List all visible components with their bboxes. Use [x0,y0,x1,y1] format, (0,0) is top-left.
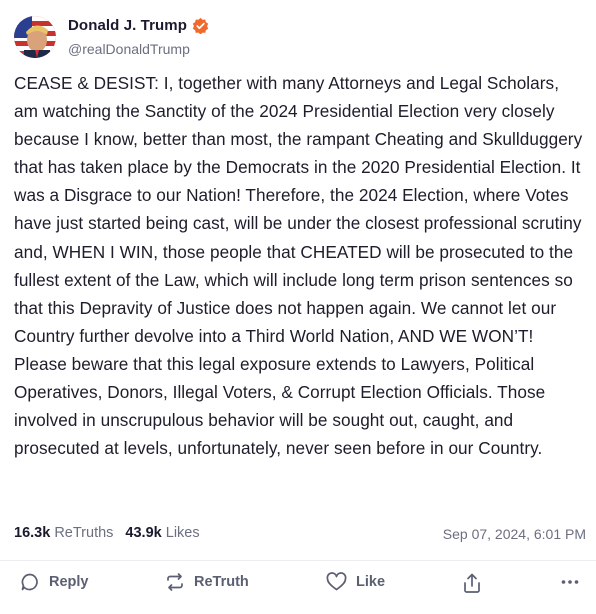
verified-badge-icon [192,17,209,34]
retruths-count: 16.3k [14,525,51,541]
retruths-stat[interactable]: 16.3k ReTruths [14,525,113,541]
likes-count: 43.9k [125,525,162,541]
share-button[interactable] [462,572,482,594]
avatar-image [14,16,56,58]
retruth-icon [167,573,183,591]
retruths-label: ReTruths [54,525,114,541]
action-bar: Reply ReTruth Like [0,572,596,602]
likes-stat[interactable]: 43.9k Likes [125,525,199,541]
author-handle[interactable]: @realDonaldTrump [68,41,190,57]
truth-post: Donald J. Trump @realDonaldTrump CEASE &… [0,0,596,614]
reply-button[interactable]: Reply [20,572,89,592]
post-body-text: CEASE & DESIST: I, together with many At… [14,73,583,459]
avatar[interactable] [14,16,56,58]
like-button[interactable]: Like [326,572,385,592]
retruth-button[interactable]: ReTruth [165,572,249,592]
retruth-label: ReTruth [194,574,249,590]
more-options-button[interactable] [560,572,580,592]
share-icon [464,573,480,593]
divider [0,560,596,561]
author-name[interactable]: Donald J. Trump [68,17,187,34]
likes-label: Likes [165,525,200,541]
post-stats: 16.3k ReTruths 43.9k Likes [14,525,212,541]
heart-icon [326,572,347,591]
post-timestamp[interactable]: Sep 07, 2024, 6:01 PM [443,526,586,542]
like-label: Like [356,574,386,590]
more-icon [561,580,579,584]
reply-label: Reply [49,574,89,590]
reply-icon [21,573,38,591]
